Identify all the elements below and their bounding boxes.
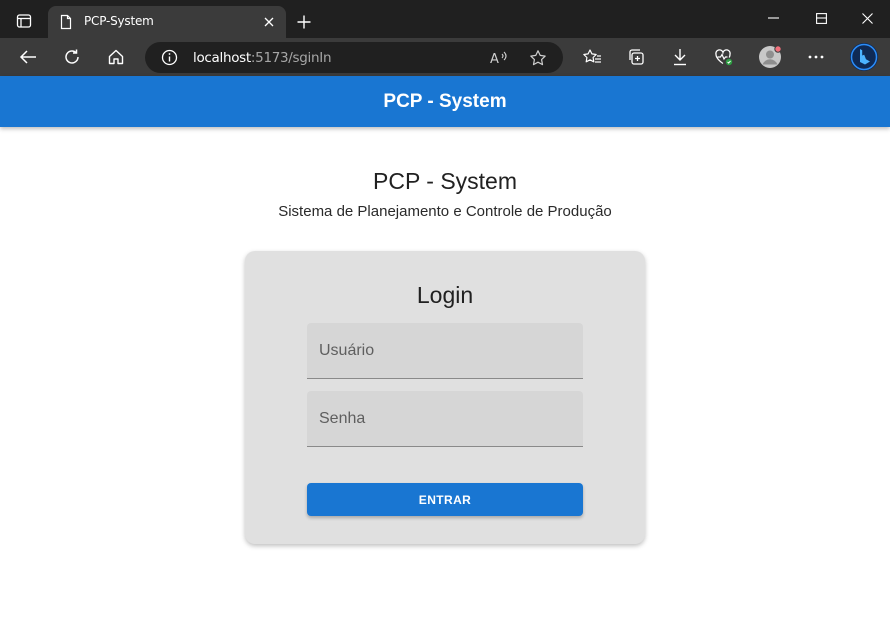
address-bar[interactable]: localhost:5173/sginIn A <box>145 42 563 73</box>
back-icon[interactable] <box>14 43 42 71</box>
username-field[interactable] <box>307 323 583 379</box>
home-icon[interactable] <box>102 43 130 71</box>
password-input[interactable] <box>307 391 583 446</box>
bing-copilot-icon[interactable] <box>848 41 880 73</box>
url-path: :5173/sginIn <box>250 50 332 66</box>
favorites-icon[interactable] <box>578 43 606 71</box>
tab-close-icon[interactable] <box>260 13 278 31</box>
page-subtitle: Sistema de Planejamento e Controle de Pr… <box>278 203 612 220</box>
password-field[interactable] <box>307 391 583 447</box>
tab-title: PCP-System <box>84 14 154 28</box>
url-host: localhost <box>193 50 251 66</box>
profile-avatar[interactable] <box>756 43 784 71</box>
info-icon[interactable] <box>161 49 178 66</box>
app-header: PCP - System <box>0 76 890 127</box>
page-icon <box>58 14 74 30</box>
minimize-window-icon[interactable] <box>750 4 796 32</box>
login-submit-button[interactable]: ENTRAR <box>307 483 583 516</box>
browser-toolbar: localhost:5173/sginIn A <box>0 38 890 76</box>
svg-text:A: A <box>490 52 499 67</box>
tab-actions-icon[interactable] <box>8 7 40 35</box>
favorite-star-icon[interactable] <box>528 48 548 68</box>
refresh-icon[interactable] <box>58 43 86 71</box>
browser-essentials-icon[interactable] <box>710 43 738 71</box>
maximize-window-icon[interactable] <box>798 4 844 32</box>
downloads-icon[interactable] <box>666 43 694 71</box>
close-window-icon[interactable] <box>844 4 890 32</box>
new-tab-icon[interactable] <box>292 10 316 34</box>
collections-icon[interactable] <box>622 43 650 71</box>
browser-tab[interactable]: PCP-System <box>48 6 286 38</box>
url-text[interactable]: localhost:5173/sginIn <box>193 50 332 66</box>
login-title: Login <box>416 282 474 308</box>
app-header-title: PCP - System <box>383 90 507 112</box>
page-title: PCP - System <box>373 168 517 194</box>
read-aloud-icon[interactable]: A <box>489 48 509 68</box>
login-card: Login ENTRAR <box>245 251 645 544</box>
username-input[interactable] <box>307 323 583 378</box>
more-options-icon[interactable] <box>802 43 830 71</box>
